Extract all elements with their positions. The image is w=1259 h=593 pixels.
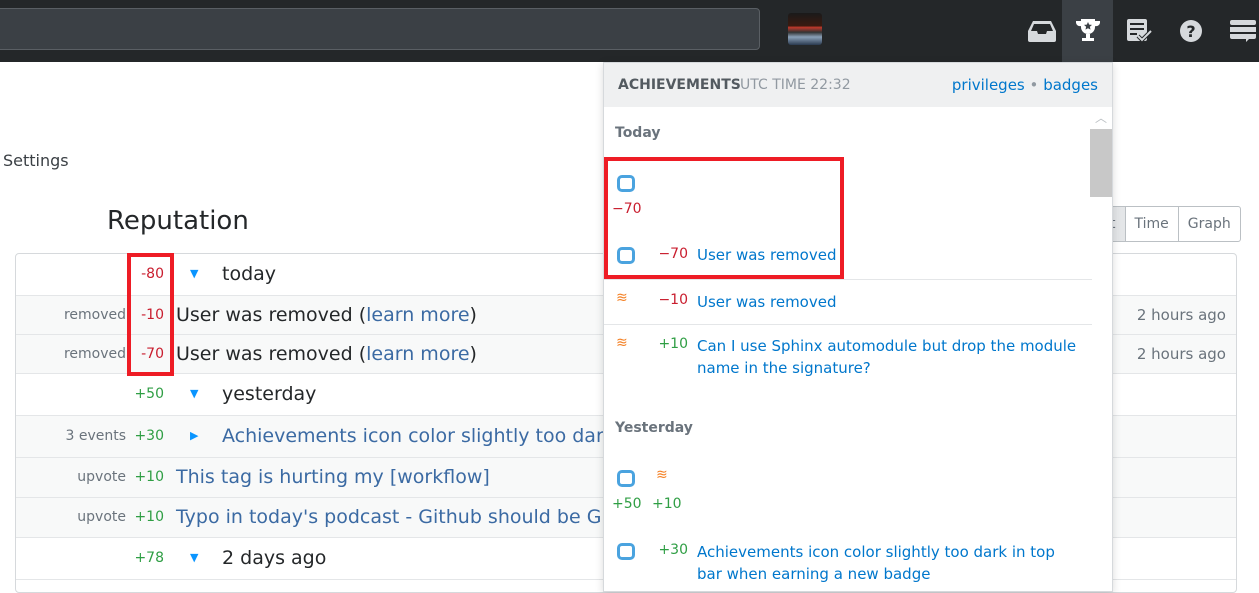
achievement-item[interactable]: ≋ −10 User was removed	[604, 280, 1092, 325]
highlight-box	[127, 253, 174, 376]
reputation-amount: +78	[134, 550, 164, 566]
achievement-item[interactable]: +30 Achievements icon color slightly too…	[604, 531, 1092, 591]
search-input[interactable]	[0, 8, 760, 50]
reputation-amount: +10	[134, 469, 164, 485]
day-title[interactable]: yesterday	[222, 383, 316, 405]
event-description: User was removed (	[176, 303, 367, 326]
stackoverflow-icon: ≋	[616, 290, 628, 306]
scrollbar[interactable]: ︿	[1090, 107, 1112, 591]
caret-right-icon[interactable]: ▶	[190, 429, 198, 442]
achievement-amount: +30	[658, 542, 688, 558]
highlight-box	[604, 157, 844, 279]
scrollbar-thumb[interactable]	[1090, 129, 1112, 197]
reputation-amount: +10	[134, 509, 164, 525]
stackoverflow-icon: ≋	[616, 335, 628, 351]
caret-down-icon[interactable]: ▼	[190, 551, 198, 564]
site-switcher-icon[interactable]	[1218, 0, 1259, 62]
yesterday-summary-amount: +50	[612, 496, 642, 512]
event-text: User was removed (learn more)	[176, 343, 477, 365]
stackoverflow-icon: ≋	[656, 467, 668, 483]
settings-link[interactable]: Settings	[3, 151, 69, 170]
event-type-label: upvote	[77, 469, 126, 485]
section-today: Today	[615, 125, 661, 141]
achievements-header: ACHIEVEMENTS UTC TIME 22:32 privileges •…	[604, 63, 1112, 107]
event-text: User was removed (learn more)	[176, 304, 477, 326]
achievement-amount: −10	[658, 292, 688, 308]
event-suffix: )	[469, 342, 477, 365]
help-icon[interactable]: ?	[1166, 0, 1216, 62]
event-time: 2 hours ago	[1136, 305, 1226, 324]
trophy-icon[interactable]	[1062, 0, 1113, 62]
avatar[interactable]	[788, 13, 822, 45]
separator: •	[1029, 76, 1039, 94]
achievement-text[interactable]: Achievements icon color slightly too dar…	[697, 541, 1077, 585]
reputation-amount: +30	[134, 428, 164, 444]
event-type-label: removed	[63, 306, 126, 323]
event-time: 2 hours ago	[1136, 344, 1226, 363]
achievement-text[interactable]: User was removed	[697, 291, 1077, 313]
reputation-amount: +50	[134, 386, 164, 402]
achievement-text[interactable]: Can I use Sphinx automodule but drop the…	[697, 335, 1077, 379]
caret-down-icon[interactable]: ▼	[190, 267, 198, 280]
privileges-link[interactable]: privileges	[952, 76, 1025, 94]
view-toggle: t Time Graph	[1100, 206, 1241, 242]
event-type-label: upvote	[77, 509, 126, 525]
event-text: Typo in today's podcast - Github should …	[176, 506, 653, 528]
inbox-icon[interactable]	[1017, 0, 1067, 62]
utc-time: UTC TIME 22:32	[740, 77, 851, 93]
meta-bubble-icon	[617, 543, 635, 560]
event-link[interactable]: learn more	[366, 304, 469, 326]
event-link[interactable]: This tag is hurting my [workflow]	[176, 466, 490, 488]
scroll-up-icon[interactable]: ︿	[1095, 109, 1107, 126]
badges-link[interactable]: badges	[1043, 76, 1098, 94]
svg-text:?: ?	[1186, 22, 1195, 41]
review-icon[interactable]	[1115, 0, 1165, 62]
meta-bubble-icon	[617, 470, 635, 487]
event-type-label: removed	[63, 345, 126, 362]
event-type-label: 3 events	[65, 428, 126, 444]
achievements-dropdown: ACHIEVEMENTS UTC TIME 22:32 privileges •…	[603, 62, 1113, 592]
achievements-title: ACHIEVEMENTS	[618, 77, 741, 93]
day-title[interactable]: today	[222, 263, 276, 285]
section-yesterday: Yesterday	[615, 420, 693, 436]
event-link[interactable]: learn more	[366, 343, 469, 365]
event-description: User was removed (	[176, 342, 367, 365]
view-button-graph[interactable]: Graph	[1177, 207, 1240, 241]
achievement-item[interactable]: ≋ +10 Can I use Sphinx automodule but dr…	[604, 325, 1092, 385]
yesterday-summary-amount: +10	[652, 496, 682, 512]
event-suffix: )	[469, 303, 477, 326]
top-bar: ?	[0, 0, 1259, 62]
page-title: Reputation	[107, 206, 249, 236]
caret-down-icon[interactable]: ▼	[190, 387, 198, 400]
day-title[interactable]: 2 days ago	[222, 547, 326, 569]
event-text: This tag is hurting my [workflow]	[176, 466, 490, 488]
view-button-time[interactable]: Time	[1124, 207, 1178, 241]
achievement-amount: +10	[658, 336, 688, 352]
event-link[interactable]: Typo in today's podcast - Github should …	[176, 506, 653, 528]
